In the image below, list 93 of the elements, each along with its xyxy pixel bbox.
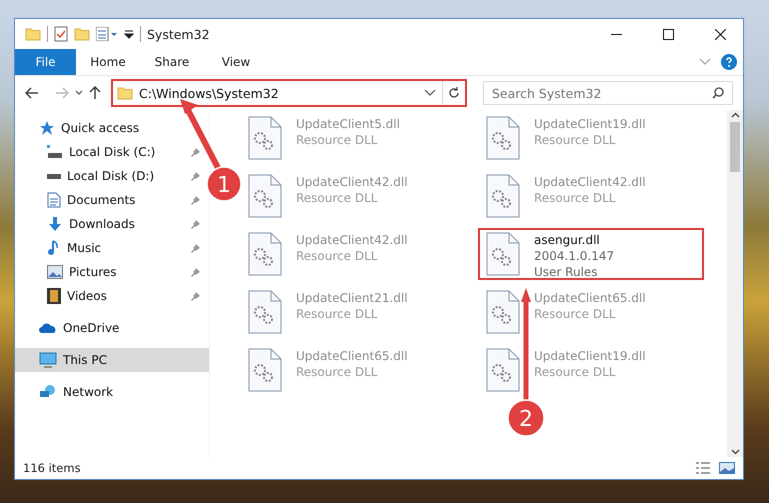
folder-icon [25,26,41,42]
drive-icon [47,174,61,178]
search-icon[interactable] [712,87,724,99]
pin-icon[interactable] [190,194,201,206]
file-gear-icon [486,348,520,392]
ribbon-tab[interactable]: View [204,49,268,75]
nav-item[interactable]: This PC [15,348,209,372]
caret-icon[interactable] [124,29,134,39]
picture-icon [47,265,63,279]
file-gear-icon [486,174,520,218]
caret-icon[interactable] [75,90,83,96]
file-name: UpdateClient19.dll [534,116,646,132]
file-name: UpdateClient19.dll [534,348,646,364]
document-icon [47,192,61,208]
file-detail: User Rules [534,264,599,280]
file-detail: Resource DLL [534,190,616,206]
back-arrow-icon[interactable] [25,87,39,99]
file-item[interactable]: asengur.dll 2004.1.0.147 User Rules [478,228,704,280]
ribbon-tab[interactable]: File [15,49,76,75]
callout-badge: 2 [507,399,545,437]
pin-icon[interactable] [190,290,201,302]
file-detail: 2004.1.0.147 [534,248,614,264]
file-gear-icon [486,232,520,276]
nav-item[interactable]: Local Disk (D:) [15,164,209,188]
folder-icon [117,85,133,101]
file-gear-icon [486,290,520,334]
pin-icon[interactable] [190,146,201,158]
file-name: UpdateClient5.dll [296,116,400,132]
file-gear-icon [486,116,520,160]
file-detail: Resource DLL [296,190,378,206]
nav-item[interactable]: OneDrive [15,316,209,340]
file-detail: Resource DLL [296,248,378,264]
up-arrow-icon[interactable] [89,86,101,100]
nav-item[interactable]: Network [15,380,209,404]
nav-item[interactable]: Videos [15,284,209,308]
help-icon[interactable] [721,54,737,70]
scroll-down-icon[interactable] [730,449,740,455]
details-view-icon[interactable] [695,461,711,475]
file-detail: Resource DLL [534,306,616,322]
file-gear-icon [248,348,282,392]
file-name: UpdateClient42.dll [296,174,408,190]
file-gear-icon [248,290,282,334]
file-name: UpdateClient21.dll [296,290,408,306]
search-field[interactable]: Search System32 [483,81,733,105]
nav-item[interactable]: Quick access [15,116,209,140]
window-title: System32 [147,26,211,42]
pin-icon[interactable] [190,218,201,230]
download-arrow-icon [47,216,63,232]
file-detail: Resource DLL [296,132,378,148]
pin-icon[interactable] [190,242,201,254]
chevron-down-icon[interactable] [424,89,436,97]
new-folder-icon [74,26,90,42]
callout-arrow [180,99,221,171]
drive-icon [47,145,63,159]
callout-badge: 1 [206,166,242,202]
music-note-icon [47,240,61,256]
file-name: UpdateClient42.dll [296,232,408,248]
nav-item[interactable]: Documents [15,188,209,212]
monitor-icon [39,352,57,368]
address-bar[interactable]: C:\Windows\System32 [111,79,467,107]
file-detail: Resource DLL [296,364,378,380]
scrollbar[interactable] [727,110,743,457]
file-gear-icon [248,116,282,160]
refresh-icon[interactable] [448,87,460,99]
checklist-icon[interactable] [54,26,68,42]
ribbon-tab[interactable]: Share [140,49,204,75]
scrollbar-thumb[interactable] [730,122,740,172]
nav-item[interactable]: Pictures [15,260,209,284]
file-name: asengur.dll [534,232,601,248]
scroll-up-icon[interactable] [730,112,740,118]
file-gear-icon [248,174,282,218]
network-icon [39,384,57,400]
file-name: UpdateClient65.dll [534,290,646,306]
star-icon [39,120,55,136]
maximize-icon[interactable] [662,28,674,40]
pin-icon[interactable] [190,266,201,278]
nav-item[interactable]: Music [15,236,209,260]
film-icon [47,288,61,304]
file-detail: Resource DLL [296,306,378,322]
file-gear-icon [248,232,282,276]
nav-item[interactable]: Local Disk (C:) [15,140,209,164]
pin-icon[interactable] [190,170,201,182]
item-count: 116 items [23,461,81,475]
file-detail: Resource DLL [534,132,616,148]
file-name: UpdateClient65.dll [296,348,408,364]
nav-item[interactable]: Downloads [15,212,209,236]
close-icon[interactable] [714,28,726,40]
ribbon-tab[interactable]: Home [76,49,140,75]
thumbnail-view-icon[interactable] [719,461,735,475]
file-name: UpdateClient42.dll [534,174,646,190]
file-detail: Resource DLL [534,364,616,380]
properties-icon[interactable] [96,27,118,41]
cloud-icon [39,322,57,334]
